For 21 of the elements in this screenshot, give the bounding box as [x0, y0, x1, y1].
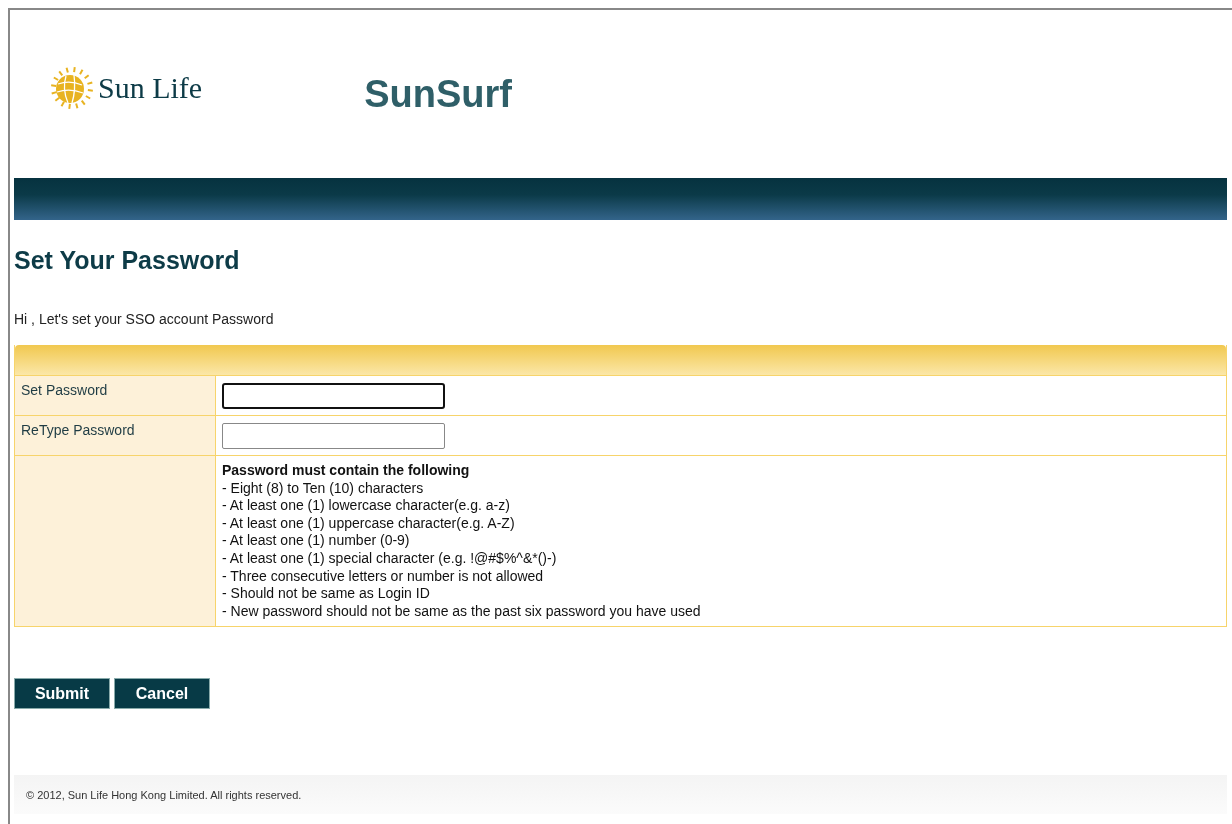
rule-text: - Three consecutive letters or number is not allowed [222, 567, 545, 586]
rule-text: - New password should not be same as the past six password you have used [222, 602, 702, 621]
password-field[interactable] [222, 383, 445, 409]
form-button[interactable]: Cancel [114, 678, 210, 710]
copyright-text: © 2012, Sun Life Hong Kong Limited. All rights reserved. [26, 788, 302, 801]
rule-text: - At least one (1) lowercase character(e.g. a-z) [222, 497, 511, 515]
greeting-text: Hi , Let's set your SSO account Password [14, 311, 275, 327]
form-button[interactable]: Submit [14, 678, 110, 710]
rule-text: - Should not be same as Login ID [222, 585, 431, 603]
app-title: SunSurf [364, 72, 512, 116]
logo-text: Sun Life [98, 71, 203, 105]
rule-text: - At least one (1) number (0-9) [222, 532, 411, 550]
page-title: Set Your Password [14, 246, 241, 275]
sun-logo-icon [50, 66, 94, 110]
rule-text: - Eight (8) to Ten (10) characters [222, 479, 425, 498]
field-label: Set Password [15, 376, 216, 415]
password-field[interactable] [222, 423, 445, 449]
rule-text: - At least one (1) uppercase character(e.g. A-Z) [222, 514, 516, 533]
field-label: ReType Password [15, 416, 216, 455]
rule-text: - At least one (1) special character (e.g. !@#$%^&*()-) [222, 549, 558, 568]
rules-heading: Password must contain the following [222, 462, 471, 480]
